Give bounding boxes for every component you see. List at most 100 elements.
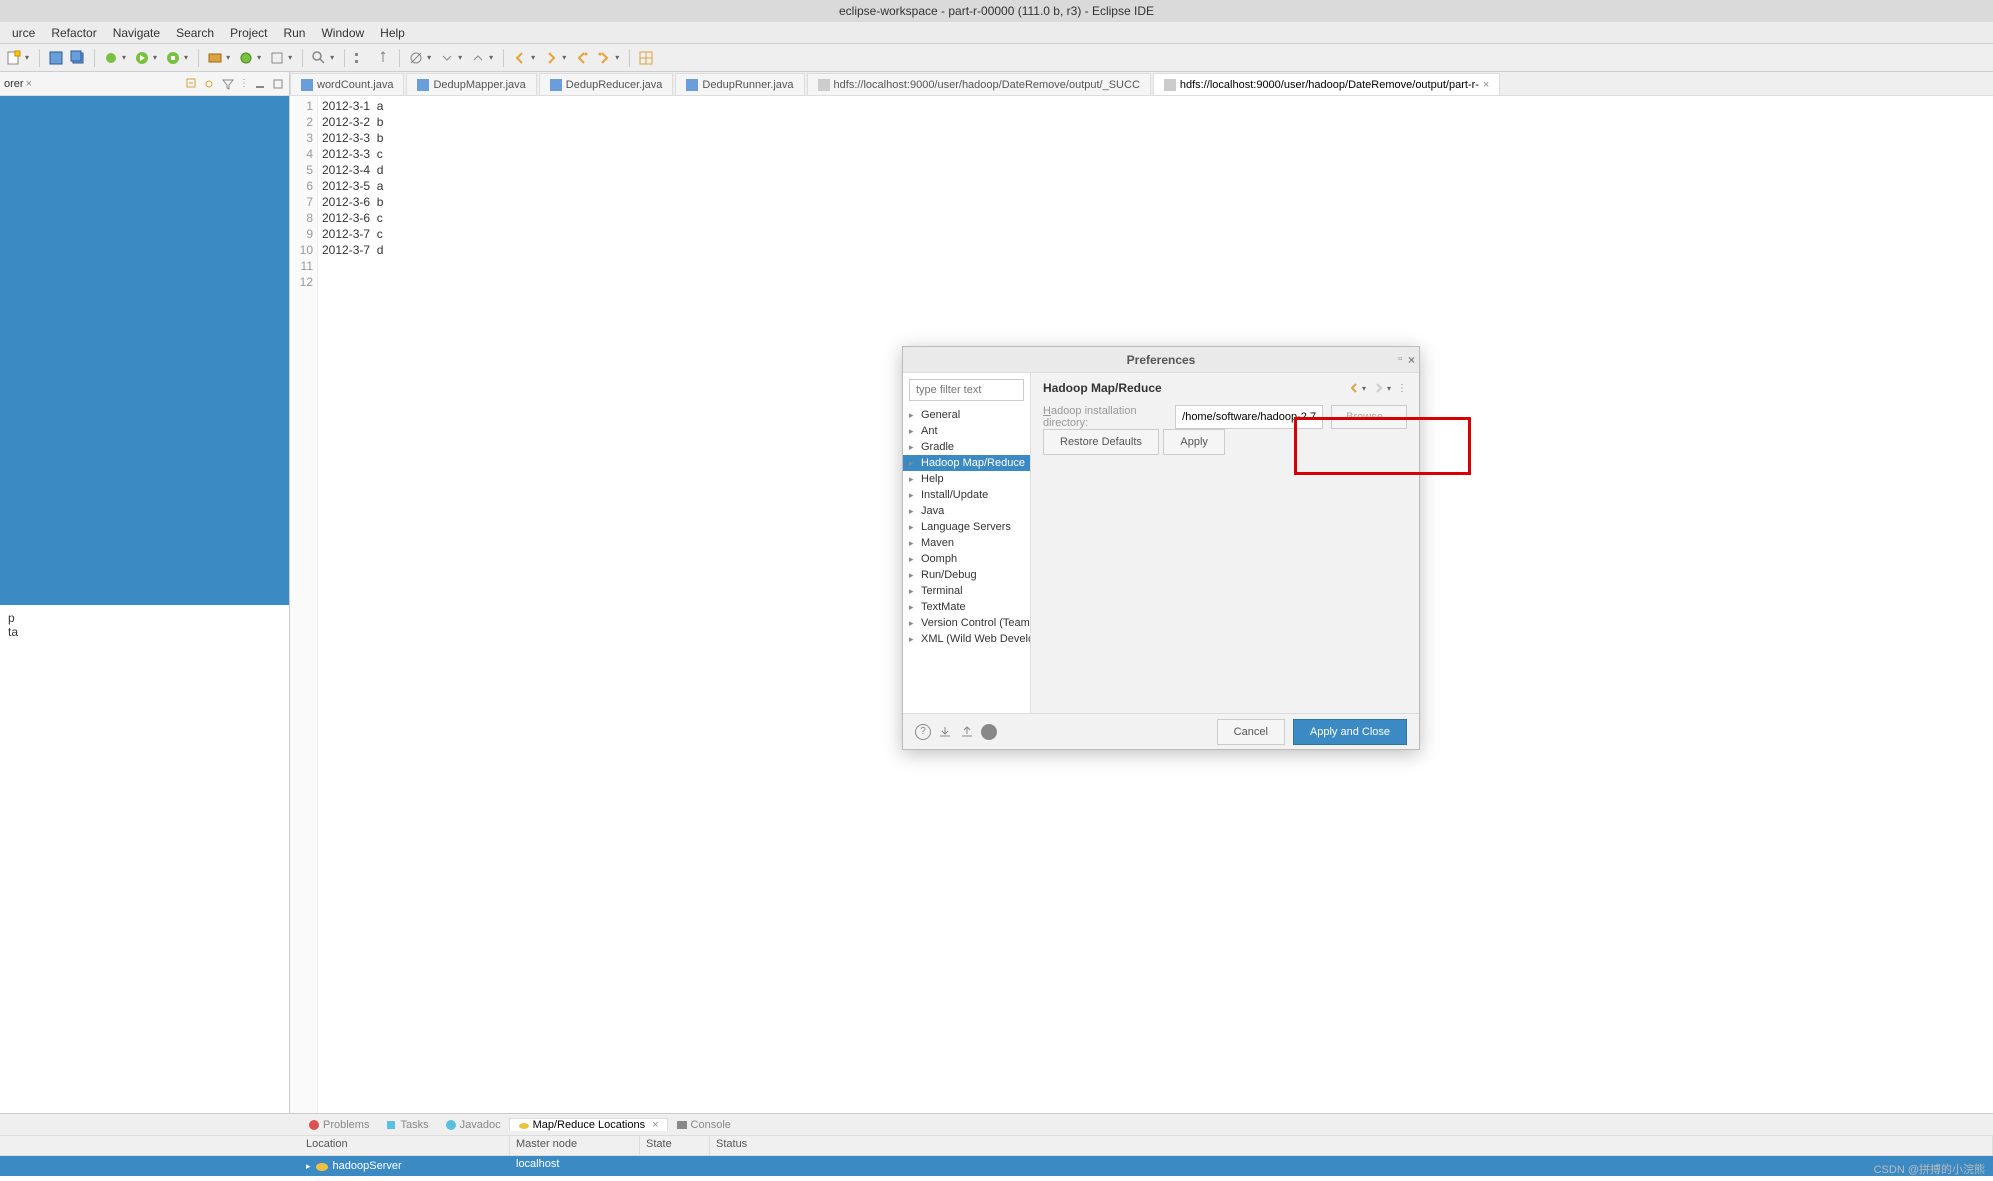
menu-search[interactable]: Search xyxy=(168,26,222,40)
dropdown-icon[interactable]: ▾ xyxy=(122,53,126,62)
dropdown-icon[interactable]: ▾ xyxy=(25,53,29,62)
apply-button[interactable]: Apply xyxy=(1163,429,1225,455)
dropdown-icon[interactable]: ▾ xyxy=(184,53,188,62)
tab-deduprunner[interactable]: DedupRunner.java xyxy=(675,73,804,95)
next-annotation-icon[interactable] xyxy=(439,50,455,66)
tab-dedupmapper[interactable]: DedupMapper.java xyxy=(406,73,536,95)
col-master[interactable]: Master node xyxy=(510,1136,640,1155)
run-icon[interactable] xyxy=(134,50,150,66)
dropdown-icon[interactable]: ▾ xyxy=(531,53,535,62)
dropdown-icon[interactable]: ▾ xyxy=(257,53,261,62)
pref-tree-item[interactable]: Java xyxy=(903,503,1030,519)
pref-tree-item[interactable]: TextMate xyxy=(903,599,1030,615)
col-state[interactable]: State xyxy=(640,1136,710,1155)
table-row[interactable]: ▸hadoopServer localhost xyxy=(0,1156,1993,1176)
install-dir-input[interactable] xyxy=(1175,405,1323,429)
restore-defaults-button[interactable]: Restore Defaults xyxy=(1043,429,1159,455)
menu-project[interactable]: Project xyxy=(222,26,275,40)
tab-hdfs-part-r[interactable]: hdfs://localhost:9000/user/hadoop/DateRe… xyxy=(1153,73,1500,95)
tab-mapreduce-locations[interactable]: Map/Reduce Locations× xyxy=(509,1118,668,1131)
restore-window-icon[interactable]: ▫ xyxy=(1398,353,1402,367)
dropdown-icon[interactable]: ▾ xyxy=(1362,384,1366,393)
dropdown-icon[interactable]: ▾ xyxy=(458,53,462,62)
pref-tree-item[interactable]: Version Control (Team xyxy=(903,615,1030,631)
menu-help[interactable]: Help xyxy=(372,26,413,40)
menu-source[interactable]: urce xyxy=(4,26,43,40)
pref-tree-item[interactable]: Gradle xyxy=(903,439,1030,455)
forward-icon[interactable] xyxy=(543,50,559,66)
tab-tasks[interactable]: Tasks xyxy=(377,1119,436,1131)
pref-tree-item[interactable]: General xyxy=(903,407,1030,423)
new-package-icon[interactable] xyxy=(207,50,223,66)
last-edit-fwd-icon[interactable] xyxy=(596,50,612,66)
pref-tree-item[interactable]: Install/Update xyxy=(903,487,1030,503)
col-location[interactable]: Location xyxy=(300,1136,510,1155)
link-editor-icon[interactable] xyxy=(203,77,217,91)
back-icon[interactable] xyxy=(512,50,528,66)
minimize-icon[interactable] xyxy=(253,77,267,91)
tab-wordcount[interactable]: wordCount.java xyxy=(290,73,404,95)
close-icon[interactable]: × xyxy=(1408,353,1415,367)
dropdown-icon[interactable]: ▾ xyxy=(226,53,230,62)
view-menu-icon[interactable]: ⋮ xyxy=(239,78,249,89)
back-icon[interactable] xyxy=(1347,381,1361,395)
pref-tree-item[interactable]: Maven xyxy=(903,535,1030,551)
tab-hdfs-succ[interactable]: hdfs://localhost:9000/user/hadoop/DateRe… xyxy=(807,73,1151,95)
menu-navigate[interactable]: Navigate xyxy=(105,26,168,40)
dropdown-icon[interactable]: ▾ xyxy=(153,53,157,62)
coverage-icon[interactable] xyxy=(165,50,181,66)
tab-console[interactable]: Console xyxy=(668,1119,739,1131)
dropdown-icon[interactable]: ▾ xyxy=(489,53,493,62)
pref-tree-item[interactable]: Hadoop Map/Reduce xyxy=(903,455,1030,471)
save-icon[interactable] xyxy=(48,50,64,66)
dropdown-icon[interactable]: ▾ xyxy=(427,53,431,62)
tab-problems[interactable]: Problems xyxy=(300,1119,377,1131)
col-status[interactable]: Status xyxy=(710,1136,1993,1155)
last-edit-icon[interactable] xyxy=(574,50,590,66)
menu-refactor[interactable]: Refactor xyxy=(43,26,104,40)
toggle-breadcrumb-icon[interactable] xyxy=(353,50,369,66)
filter-icon[interactable] xyxy=(221,77,235,91)
pref-tree-item[interactable]: XML (Wild Web Develo xyxy=(903,631,1030,647)
forward-icon[interactable] xyxy=(1372,381,1386,395)
dropdown-icon[interactable]: ▾ xyxy=(615,53,619,62)
cancel-button[interactable]: Cancel xyxy=(1217,719,1285,745)
tree-item[interactable]: ta xyxy=(8,625,281,639)
close-icon[interactable]: × xyxy=(1483,79,1489,91)
skip-breakpoints-icon[interactable] xyxy=(408,50,424,66)
filter-input[interactable] xyxy=(909,379,1024,401)
browse-button[interactable]: Browse... xyxy=(1331,405,1407,429)
pref-tree-item[interactable]: Ant xyxy=(903,423,1030,439)
export-icon[interactable] xyxy=(959,724,975,740)
view-menu-icon[interactable]: ⋮ xyxy=(1397,383,1407,394)
pref-tree-item[interactable]: Language Servers xyxy=(903,519,1030,535)
new-class-icon[interactable] xyxy=(238,50,254,66)
apply-close-button[interactable]: Apply and Close xyxy=(1293,719,1407,745)
tab-javadoc[interactable]: Javadoc xyxy=(437,1119,509,1131)
open-type-icon[interactable] xyxy=(269,50,285,66)
menu-run[interactable]: Run xyxy=(275,26,313,40)
open-perspective-icon[interactable] xyxy=(638,50,654,66)
save-all-icon[interactable] xyxy=(70,50,86,66)
prev-annotation-icon[interactable] xyxy=(470,50,486,66)
pin-icon[interactable] xyxy=(375,50,391,66)
dropdown-icon[interactable]: ▾ xyxy=(330,53,334,62)
pref-tree-item[interactable]: Help xyxy=(903,471,1030,487)
menu-window[interactable]: Window xyxy=(313,26,372,40)
dropdown-icon[interactable]: ▾ xyxy=(1387,384,1391,393)
pref-tree-item[interactable]: Terminal xyxy=(903,583,1030,599)
tree-item[interactable]: p xyxy=(8,611,281,625)
debug-icon[interactable] xyxy=(103,50,119,66)
help-icon[interactable]: ? xyxy=(915,724,931,740)
pref-tree-item[interactable]: Run/Debug xyxy=(903,567,1030,583)
new-icon[interactable] xyxy=(6,50,22,66)
close-icon[interactable]: × xyxy=(26,78,32,90)
close-icon[interactable]: × xyxy=(652,1119,658,1131)
dropdown-icon[interactable]: ▾ xyxy=(288,53,292,62)
collapse-all-icon[interactable] xyxy=(185,77,199,91)
record-icon[interactable] xyxy=(981,724,997,740)
pref-tree-item[interactable]: Oomph xyxy=(903,551,1030,567)
tab-dedupreducer[interactable]: DedupReducer.java xyxy=(539,73,674,95)
search-icon[interactable] xyxy=(311,50,327,66)
maximize-icon[interactable] xyxy=(271,77,285,91)
